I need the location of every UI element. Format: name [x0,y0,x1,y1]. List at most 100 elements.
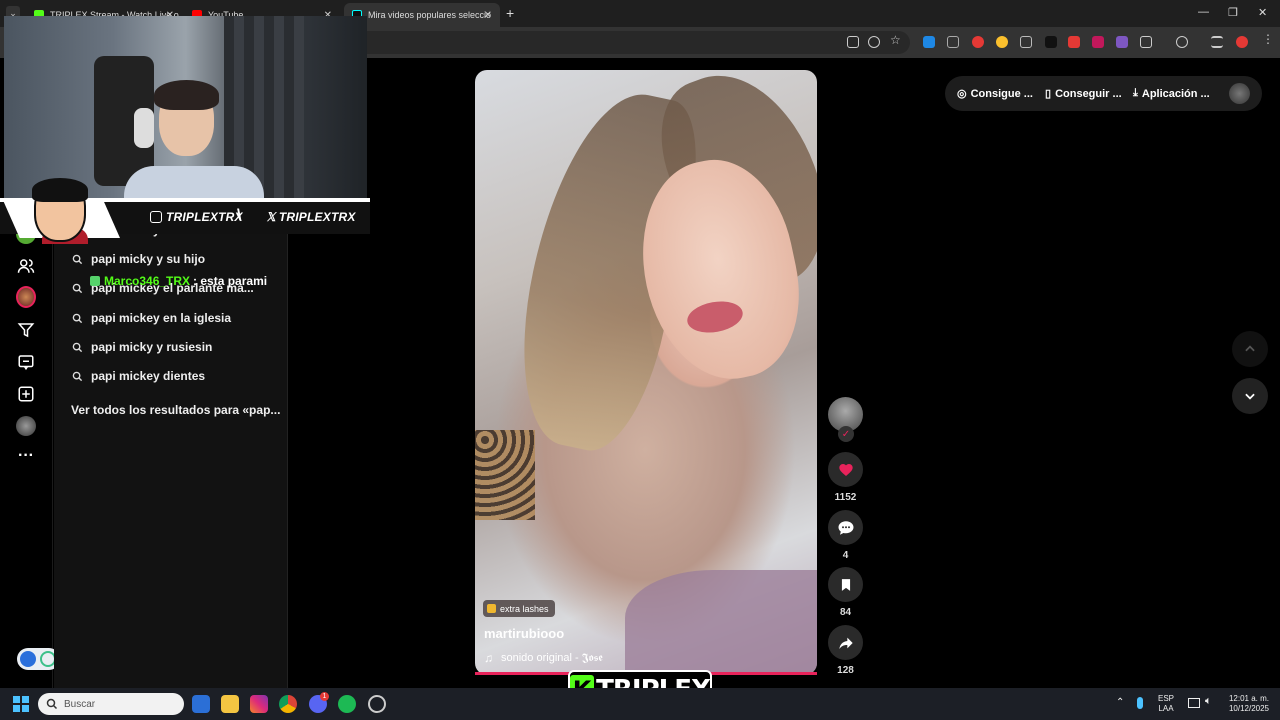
get-app-button[interactable]: ▯ Conseguir ... [1045,87,1122,101]
network-icon[interactable] [1188,698,1200,708]
screen-cast-icon[interactable] [847,36,859,48]
music-note-icon: ♫ [484,651,493,665]
file-explorer-icon[interactable] [221,695,239,713]
suggestion-item[interactable]: papi mickey dientes [72,369,205,383]
live-icon[interactable] [16,320,36,340]
chevron-up-icon[interactable]: ⌃ [1116,697,1124,708]
taskbar-search[interactable]: Buscar [38,693,184,715]
extension-8-icon[interactable] [1092,36,1104,48]
extension-4-icon[interactable] [996,36,1008,48]
search-icon [46,698,58,710]
like-count: 1152 [834,492,857,503]
volume-icon[interactable]: 🔈︎ [1205,695,1212,708]
save-button[interactable] [828,567,863,602]
suggestion-item[interactable]: papi micky y rusiesin [72,340,212,354]
extension-5-icon[interactable] [1020,36,1032,48]
browser-menu-icon[interactable]: ⋮ [1262,32,1274,46]
like-button[interactable] [828,452,863,487]
reading-list-icon[interactable] [1211,36,1223,48]
clock[interactable]: 12:01 a. m. 10/12/2025 [1224,694,1274,714]
store-icon[interactable] [192,695,210,713]
suggestion-text: papi mickey dientes [91,369,206,383]
tab-title: Mira videos populares seleccio [368,10,492,20]
search-icon [72,283,83,293]
spotify-icon[interactable] [338,695,356,713]
extension-1-icon[interactable] [923,36,935,48]
suggestion-item[interactable]: papi micky y su hijo [72,252,205,266]
chrome-icon[interactable] [279,695,297,713]
coin-icon: ◎ [957,88,967,100]
tab-tiktok[interactable]: Mira videos populares seleccio ✕ [344,3,500,27]
address-bar[interactable] [300,31,910,54]
top-actions-pill: ◎ Consigue ... ▯ Conseguir ... ⤓ Aplicac… [945,76,1262,111]
effect-icon [487,604,496,613]
maximize-button[interactable]: ❐ [1228,6,1238,19]
search-icon [72,254,83,264]
chevron-up-icon [1245,345,1255,352]
close-window-button[interactable]: ✕ [1258,6,1267,19]
handle-separator: \ [237,207,242,224]
play-icon [20,651,36,667]
x-logo-icon: 𝕏 [266,210,276,224]
windows-taskbar: Buscar 1 ⌃ ESP LAA 🔈︎ 12:01 a. m. 10/12/… [0,688,1280,720]
suggestion-text: papi micky y rusiesin [91,340,213,354]
extension-6-icon[interactable] [1045,36,1057,48]
extension-10-icon[interactable] [1236,36,1248,48]
language-indicator[interactable]: ESP LAA [1158,694,1174,714]
bookmark-star-icon[interactable]: ☆ [890,33,902,47]
comment-icon [838,520,853,535]
obs-icon[interactable] [368,695,386,713]
suggestion-text: papi mickey en la iglesia [91,311,232,325]
windows-start-icon[interactable] [13,696,29,712]
minimize-button[interactable]: — [1198,6,1209,18]
video-sound[interactable]: ♫ sonido original - 𝕵𝖔𝖘𝖊 [484,651,603,665]
follow-check-icon[interactable]: ✓ [838,426,854,442]
extension-2-icon[interactable] [947,36,959,48]
messages-icon[interactable] [16,352,36,372]
effect-tag[interactable]: extra lashes [483,600,555,617]
suggestion-text: papi micky y su hijo [91,252,206,266]
suggestion-item[interactable]: papi mickey en la iglesia [72,311,231,325]
extension-9-icon[interactable] [1116,36,1128,48]
microphone-icon[interactable] [1137,697,1143,709]
search-icon [72,342,83,352]
download-icon: ⤓ [1133,87,1138,99]
save-count: 84 [839,607,852,618]
share-count: 128 [837,665,854,676]
video-player[interactable] [475,70,817,675]
comment-count: 4 [842,550,849,561]
see-all-results-link[interactable]: Ver todos los resultados para «pap... [71,403,280,417]
zoom-icon[interactable] [868,36,880,48]
share-button[interactable] [828,625,863,660]
phone-icon: ▯ [1045,88,1052,100]
webcam-overlay [4,16,367,198]
chat-message: Marco346_TRX : esta parami [90,274,267,288]
following-icon[interactable] [16,256,36,276]
instagram-app-icon[interactable] [250,695,268,713]
chevron-down-icon [1245,393,1255,400]
more-icon[interactable]: ··· [16,446,36,466]
profile-icon[interactable] [1176,36,1188,48]
discord-badge: 1 [320,692,329,701]
share-icon [838,637,853,649]
cartoon-avatar [2,178,122,244]
profile-avatar-icon[interactable] [16,286,36,308]
new-tab-button[interactable]: + [506,5,514,21]
extension-3-icon[interactable] [972,36,984,48]
comment-button[interactable] [828,510,863,545]
user-avatar[interactable] [1229,83,1250,104]
video-author[interactable]: martirubiooo [484,626,564,641]
search-icon [72,371,83,381]
search-icon [72,313,83,323]
extension-7-icon[interactable] [1068,36,1080,48]
heart-icon [838,463,853,476]
bookmark-icon [841,578,850,591]
get-coins-button[interactable]: ◎ Consigue ... [957,87,1033,101]
download-app-button[interactable]: ⤓ Aplicación ... [1133,87,1210,100]
account-avatar-icon[interactable] [16,416,36,436]
close-tab-icon[interactable]: ✕ [484,10,492,21]
next-video-button[interactable] [1232,378,1268,414]
extensions-puzzle-icon[interactable] [1140,36,1152,48]
upload-icon[interactable] [16,384,36,404]
previous-video-button[interactable] [1232,331,1268,367]
